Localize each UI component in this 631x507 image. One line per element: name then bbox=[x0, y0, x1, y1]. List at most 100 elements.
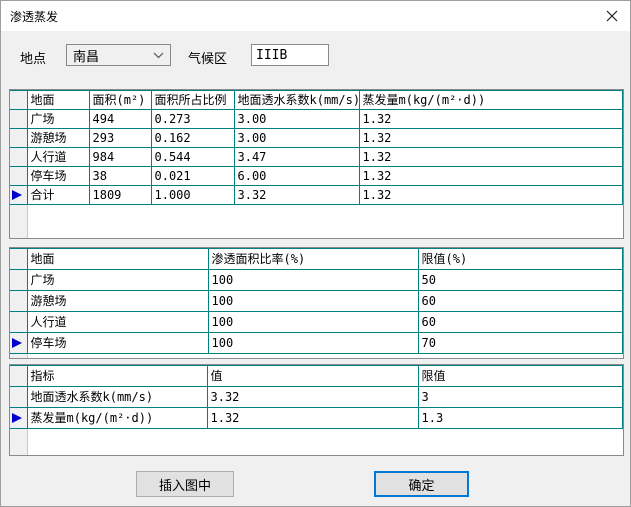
titlebar: 渗透蒸发 bbox=[1, 1, 630, 31]
table-cell[interactable]: 50 bbox=[418, 270, 623, 291]
table-row[interactable]: 广场4940.2733.001.32 bbox=[10, 110, 623, 129]
table-row[interactable]: 人行道10060 bbox=[10, 312, 623, 333]
table-cell[interactable]: 广场 bbox=[27, 270, 208, 291]
header-row: 地面面积(m²)面积所占比例地面透水系数k(mm/s)蒸发量m(kg/(m²·d… bbox=[10, 91, 623, 110]
table-cell[interactable]: 游憩场 bbox=[27, 129, 89, 148]
climate-zone-label: 气候区 bbox=[188, 48, 227, 67]
location-selected-value: 南昌 bbox=[73, 46, 99, 65]
table-cell[interactable]: 0.273 bbox=[151, 110, 234, 129]
table-cell[interactable]: 人行道 bbox=[27, 148, 89, 167]
table-cell[interactable]: 1.32 bbox=[359, 186, 623, 205]
row-selector[interactable] bbox=[10, 148, 27, 167]
table-cell[interactable]: 60 bbox=[418, 312, 623, 333]
climate-zone-input[interactable] bbox=[251, 44, 329, 66]
table-row[interactable]: 人行道9840.5443.471.32 bbox=[10, 148, 623, 167]
header-row: 指标值限值 bbox=[10, 366, 623, 387]
table-cell[interactable]: 停车场 bbox=[27, 333, 208, 354]
column-header: 限值(%) bbox=[418, 249, 623, 270]
table-cell[interactable]: 100 bbox=[208, 270, 418, 291]
table-cell[interactable]: 游憩场 bbox=[27, 291, 208, 312]
column-header: 地面 bbox=[27, 249, 208, 270]
insert-into-drawing-button[interactable]: 插入图中 bbox=[136, 471, 234, 497]
location-label: 地点 bbox=[20, 48, 46, 67]
row-selector[interactable] bbox=[10, 333, 27, 354]
surface-area-table: 地面面积(m²)面积所占比例地面透水系数k(mm/s)蒸发量m(kg/(m²·d… bbox=[9, 89, 624, 239]
row-selector-margin bbox=[10, 205, 28, 238]
row-selector[interactable] bbox=[10, 129, 27, 148]
row-selector[interactable] bbox=[10, 291, 27, 312]
table-row[interactable]: 游憩场10060 bbox=[10, 291, 623, 312]
table-row[interactable]: 蒸发量m(kg/(m²·d))1.321.3 bbox=[10, 408, 623, 429]
column-header: 地面 bbox=[27, 91, 89, 110]
close-icon[interactable] bbox=[599, 4, 625, 28]
table-cell[interactable]: 0.162 bbox=[151, 129, 234, 148]
table-cell[interactable]: 人行道 bbox=[27, 312, 208, 333]
table-cell[interactable]: 3.32 bbox=[234, 186, 359, 205]
row-selector-header bbox=[10, 91, 27, 110]
table-row[interactable]: 广场10050 bbox=[10, 270, 623, 291]
table-cell[interactable]: 1.32 bbox=[359, 167, 623, 186]
table-cell[interactable]: 60 bbox=[418, 291, 623, 312]
table-cell[interactable]: 984 bbox=[89, 148, 151, 167]
row-selector[interactable] bbox=[10, 270, 27, 291]
row-selector[interactable] bbox=[10, 186, 27, 205]
table-row[interactable]: 停车场380.0216.001.32 bbox=[10, 167, 623, 186]
table-cell[interactable]: 293 bbox=[89, 129, 151, 148]
table-cell[interactable]: 1809 bbox=[89, 186, 151, 205]
column-header: 蒸发量m(kg/(m²·d)) bbox=[359, 91, 623, 110]
table-row[interactable]: 合计18091.0003.321.32 bbox=[10, 186, 623, 205]
table-cell[interactable]: 1.32 bbox=[207, 408, 418, 429]
table-empty-area bbox=[10, 354, 623, 358]
table-cell[interactable]: 494 bbox=[89, 110, 151, 129]
table-cell[interactable]: 停车场 bbox=[27, 167, 89, 186]
table-cell[interactable]: 1.32 bbox=[359, 148, 623, 167]
ok-button[interactable]: 确定 bbox=[374, 471, 469, 497]
table-cell[interactable]: 3.32 bbox=[207, 387, 418, 408]
table-cell[interactable]: 3.00 bbox=[234, 129, 359, 148]
table-cell[interactable]: 38 bbox=[89, 167, 151, 186]
infiltration-ratio-table: 地面渗透面积比率(%)限值(%)广场10050游憩场10060人行道10060停… bbox=[9, 247, 624, 359]
table-cell[interactable]: 70 bbox=[418, 333, 623, 354]
row-selector[interactable] bbox=[10, 110, 27, 129]
chevron-down-icon bbox=[153, 52, 164, 59]
location-select[interactable]: 南昌 bbox=[66, 44, 171, 66]
infiltration-evaporation-dialog: 渗透蒸发 地点 南昌 气候区 地面面积(m²)面积所占比例地面透水系数k(mm/… bbox=[0, 0, 631, 507]
table-row[interactable]: 停车场10070 bbox=[10, 333, 623, 354]
row-selector[interactable] bbox=[10, 408, 27, 429]
row-selector[interactable] bbox=[10, 387, 27, 408]
table-cell[interactable]: 1.32 bbox=[359, 129, 623, 148]
table-cell[interactable]: 合计 bbox=[27, 186, 89, 205]
table-cell[interactable]: 3 bbox=[418, 387, 623, 408]
table-cell[interactable]: 地面透水系数k(mm/s) bbox=[27, 387, 207, 408]
table-cell[interactable]: 100 bbox=[208, 333, 418, 354]
indicator-table: 指标值限值地面透水系数k(mm/s)3.323蒸发量m(kg/(m²·d))1.… bbox=[9, 364, 624, 456]
row-selector-header bbox=[10, 249, 27, 270]
table-cell[interactable]: 100 bbox=[208, 291, 418, 312]
row-selector[interactable] bbox=[10, 312, 27, 333]
table-cell[interactable]: 1.000 bbox=[151, 186, 234, 205]
table-cell[interactable]: 6.00 bbox=[234, 167, 359, 186]
current-row-marker-icon bbox=[12, 190, 22, 200]
row-selector-header bbox=[10, 366, 27, 387]
table-cell[interactable]: 100 bbox=[208, 312, 418, 333]
table-cell[interactable]: 0.544 bbox=[151, 148, 234, 167]
current-row-marker-icon bbox=[12, 413, 22, 423]
column-header: 值 bbox=[207, 366, 418, 387]
current-row-marker-icon bbox=[12, 338, 22, 348]
table-empty-area bbox=[10, 205, 623, 238]
table-cell[interactable]: 3.47 bbox=[234, 148, 359, 167]
row-selector-margin bbox=[10, 354, 28, 358]
table-cell[interactable]: 0.021 bbox=[151, 167, 234, 186]
row-selector[interactable] bbox=[10, 167, 27, 186]
table-cell[interactable]: 广场 bbox=[27, 110, 89, 129]
table-row[interactable]: 游憩场2930.1623.001.32 bbox=[10, 129, 623, 148]
table-row[interactable]: 地面透水系数k(mm/s)3.323 bbox=[10, 387, 623, 408]
column-header: 面积(m²) bbox=[89, 91, 151, 110]
column-header: 限值 bbox=[418, 366, 623, 387]
window-title: 渗透蒸发 bbox=[10, 8, 58, 25]
table-cell[interactable]: 1.3 bbox=[418, 408, 623, 429]
table-cell[interactable]: 蒸发量m(kg/(m²·d)) bbox=[27, 408, 207, 429]
column-header: 面积所占比例 bbox=[151, 91, 234, 110]
table-cell[interactable]: 1.32 bbox=[359, 110, 623, 129]
table-cell[interactable]: 3.00 bbox=[234, 110, 359, 129]
